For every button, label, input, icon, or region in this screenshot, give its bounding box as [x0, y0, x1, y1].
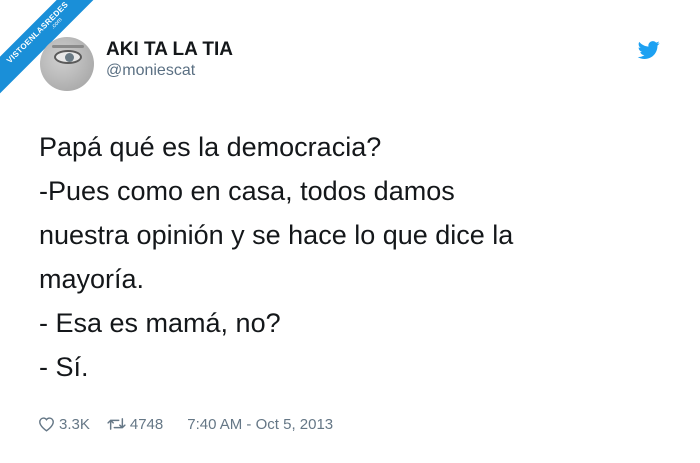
retweet-count[interactable]: 4748 — [130, 416, 163, 433]
tweet-line: - Sí. — [39, 352, 89, 382]
tweet-line: Papá qué es la democracia? — [39, 132, 382, 162]
avatar[interactable] — [40, 37, 94, 91]
tweet-footer: 3.3K 4748 7:40 AM - Oct 5, 2013 — [38, 414, 333, 434]
tweet-line: mayoría. — [39, 264, 145, 294]
avatar-brow — [52, 45, 84, 48]
twitter-bird-icon[interactable] — [636, 39, 662, 61]
eye-avatar-icon — [54, 50, 82, 64]
like-count[interactable]: 3.3K — [59, 416, 90, 433]
timestamp[interactable]: 7:40 AM - Oct 5, 2013 — [187, 416, 333, 433]
retweet-icon[interactable] — [107, 417, 126, 431]
display-name[interactable]: AKI TA LA TIA — [106, 39, 233, 61]
tweet-line: -Pues como en casa, todos damos — [39, 176, 455, 206]
tweet-card: VISTOENLASREDES .com AKI TA LA TIA @moni… — [0, 0, 700, 463]
tweet-line: nuestra opinión y se hace lo que dice la — [39, 220, 514, 250]
tweet-text: Papá qué es la democracia? -Pues como en… — [39, 125, 679, 389]
heart-icon[interactable] — [38, 416, 55, 432]
avatar-iris — [65, 53, 74, 62]
tweet-line: - Esa es mamá, no? — [39, 308, 281, 338]
user-handle[interactable]: @moniescat — [106, 62, 195, 80]
